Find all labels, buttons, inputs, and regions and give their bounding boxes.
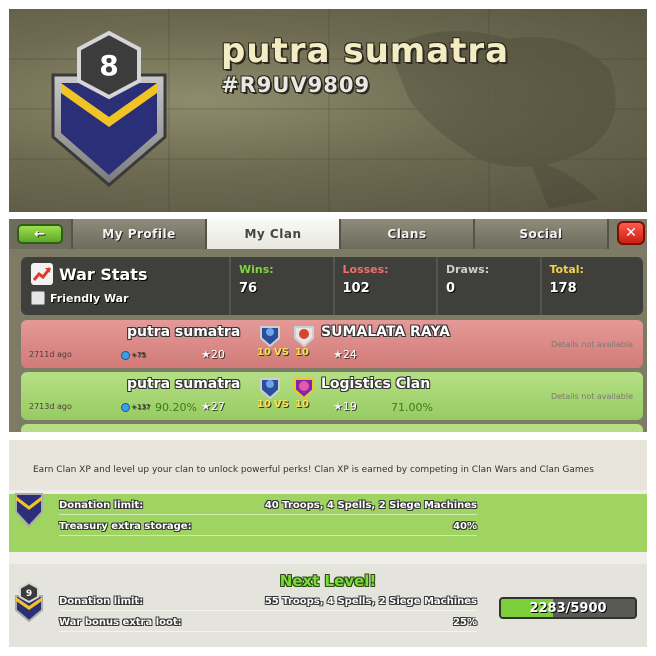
war-stats-title: War Stats [59, 264, 148, 284]
perk-label: War bonus extra loot: [59, 617, 182, 628]
wins-stat: Wins: 76 [229, 257, 333, 315]
perk-row: Treasury extra storage: 40% [59, 521, 477, 536]
draws-label: Draws: [446, 263, 490, 276]
home-clan-badge-icon [260, 326, 280, 347]
war-log-row[interactable]: 2713d ago putra sumatra Logistics Clan 1… [21, 372, 643, 420]
tab-my-profile[interactable]: My Profile [73, 219, 207, 249]
star-icon: ★ [333, 400, 343, 413]
perk-label: Treasury extra storage: [59, 521, 192, 532]
opponent-clan-level: 10 [295, 347, 309, 358]
back-tab: ← [9, 219, 73, 249]
home-clan-small-value: +75 [131, 351, 146, 359]
opponent-clan-name: Logistics Clan [321, 376, 431, 392]
losses-stat: Losses: 102 [332, 257, 437, 315]
perk-value: 40% [453, 521, 477, 532]
wins-label: Wins: [239, 263, 274, 276]
wins-value: 76 [239, 281, 258, 296]
friendly-war-checkbox[interactable] [31, 291, 45, 305]
home-clan-level: 10 [257, 399, 271, 410]
clan-perks-panel: Earn Clan XP and level up your clan to u… [9, 440, 647, 647]
tab-social[interactable]: Social [475, 219, 609, 249]
star-icon: ★ [201, 348, 211, 361]
home-stars: 27 [210, 400, 225, 413]
perk-row: Donation limit: 40 Troops, 4 Spells, 2 S… [59, 500, 477, 515]
clan-badge-icon: 8 [51, 30, 167, 187]
draws-value: 0 [446, 281, 456, 296]
clan-header-panel: 8 putra sumatra #R9UV9809 [9, 9, 647, 212]
next-level-badge-icon: 9 [15, 582, 43, 622]
perk-label: Donation limit: [59, 500, 144, 511]
war-log-row[interactable] [21, 424, 643, 432]
perk-label: Donation limit: [59, 596, 144, 607]
chart-icon [31, 263, 53, 285]
friendly-war-label: Friendly War [50, 291, 129, 305]
total-value: 178 [549, 281, 577, 296]
details-note: Details not available [550, 340, 633, 349]
shield-icon [121, 350, 130, 360]
draws-stat: Draws: 0 [436, 257, 540, 315]
opponent-stars: 19 [342, 400, 357, 413]
vs-label: VS [274, 399, 289, 410]
star-icon: ★ [201, 400, 211, 413]
tab-my-clan[interactable]: My Clan [207, 219, 341, 249]
war-log-row[interactable]: 2711d ago putra sumatra SUMALATA RAYA 10… [21, 320, 643, 368]
perk-value: 25% [453, 617, 477, 628]
tab-bar: ← My Profile My Clan Clans Social ✕ [9, 219, 647, 249]
opponent-clan-level: 10 [295, 399, 309, 410]
home-stars: 20 [210, 348, 225, 361]
clan-xp-text: 2283/5900 [529, 600, 607, 616]
back-arrow-icon[interactable]: ← [17, 224, 63, 244]
total-stat: Total: 178 [539, 257, 644, 315]
home-clan-name: putra sumatra [127, 324, 241, 340]
home-destruction: 72.80% [155, 349, 197, 362]
close-icon: ✕ [625, 225, 637, 241]
home-destruction: 90.20% [155, 401, 197, 414]
shield-icon [121, 402, 130, 412]
current-level-perks: Donation limit: 40 Troops, 4 Spells, 2 S… [9, 493, 647, 552]
home-clan-level: 10 [257, 347, 271, 358]
losses-label: Losses: [342, 263, 389, 276]
total-label: Total: [549, 263, 584, 276]
opponent-clan-badge-icon [294, 378, 314, 399]
war-time-ago: 2713d ago [29, 402, 72, 411]
clan-tag: #R9UV9809 [221, 73, 371, 97]
opponent-clan-name: SUMALATA RAYA [321, 324, 450, 340]
clan-name: putra sumatra [221, 31, 510, 71]
war-stats-box: War Stats Friendly War Wins: 76 Losses: … [21, 257, 643, 315]
clan-xp-progress-bar: 2283/5900 [499, 597, 637, 619]
tab-clans[interactable]: Clans [341, 219, 475, 249]
opponent-stars: 24 [342, 348, 357, 361]
home-clan-small-value: +137 [131, 403, 151, 411]
perk-row: War bonus extra loot: 25% [59, 617, 477, 632]
opponent-clan-badge-icon [294, 326, 314, 347]
perk-row: Donation limit: 55 Troops, 4 Spells, 2 S… [59, 596, 477, 611]
next-level-number: 9 [26, 589, 32, 599]
next-level-title: Next Level! [279, 572, 377, 590]
opponent-destruction: 86.80% [391, 349, 433, 362]
home-clan-badge-icon [260, 378, 280, 399]
clan-level-number: 8 [99, 49, 118, 82]
current-level-badge-icon [15, 493, 43, 528]
next-level-perks: Next Level! 9 Donation limit: 55 Troops,… [9, 564, 647, 647]
perk-value: 40 Troops, 4 Spells, 2 Siege Machines [264, 500, 477, 511]
star-icon: ★ [333, 348, 343, 361]
details-note: Details not available [550, 392, 633, 401]
opponent-destruction: 71.00% [391, 401, 433, 414]
war-log-panel: ← My Profile My Clan Clans Social ✕ War … [9, 219, 647, 432]
perks-intro-text: Earn Clan XP and level up your clan to u… [9, 440, 647, 490]
war-time-ago: 2711d ago [29, 350, 72, 359]
perk-value: 55 Troops, 4 Spells, 2 Siege Machines [264, 596, 477, 607]
losses-value: 102 [342, 281, 370, 296]
home-clan-name: putra sumatra [127, 376, 241, 392]
vs-label: VS [274, 347, 289, 358]
close-button[interactable]: ✕ [617, 221, 645, 245]
